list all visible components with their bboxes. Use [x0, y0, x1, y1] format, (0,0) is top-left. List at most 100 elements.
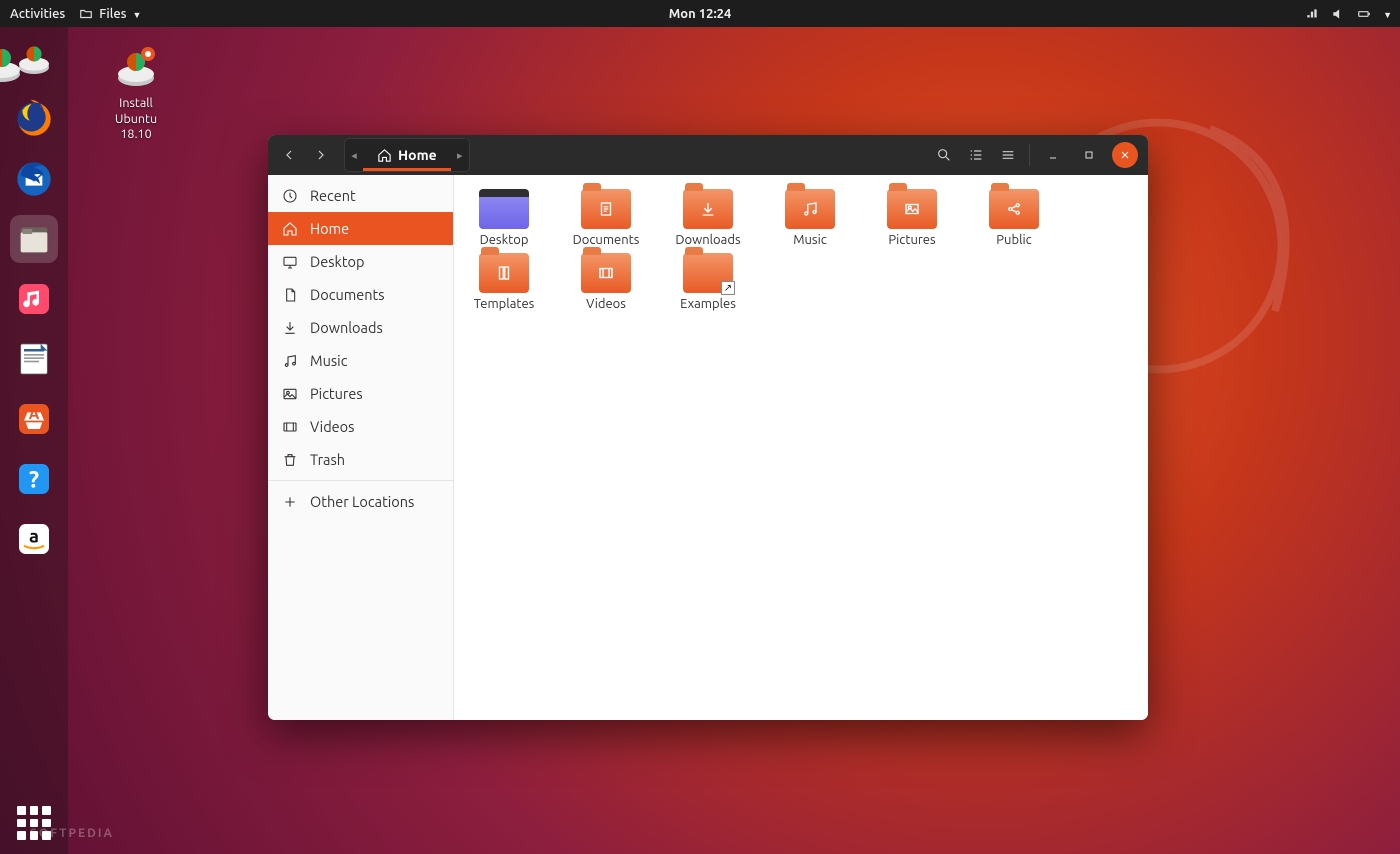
sidebar-item-label: Recent [310, 187, 356, 204]
sidebar-item-label: Videos [310, 418, 354, 435]
sidebar-item-downloads[interactable]: Downloads [268, 311, 453, 344]
folder-label: Pictures [888, 233, 935, 247]
titlebar[interactable]: ◂ Home ▸ [268, 135, 1148, 175]
folder-icon [581, 189, 631, 229]
clock[interactable]: Mon 12:24 [669, 7, 732, 21]
folder-downloads[interactable]: Downloads [668, 189, 748, 247]
sidebar: Recent Home Desktop Documents Downloads … [268, 175, 454, 720]
maximize-button[interactable] [1076, 142, 1102, 168]
home-icon [377, 148, 392, 163]
sidebar-item-label: Desktop [310, 253, 364, 270]
folder-public[interactable]: Public [974, 189, 1054, 247]
sidebar-item-desktop[interactable]: Desktop [268, 245, 453, 278]
dock-libreoffice-writer[interactable] [10, 335, 58, 383]
folder-icon [785, 189, 835, 229]
nav-forward-button[interactable] [306, 140, 336, 170]
folder-documents[interactable]: Documents [566, 189, 646, 247]
svg-text:A: A [29, 405, 40, 422]
document-icon [282, 287, 298, 303]
dock-thunderbird[interactable] [10, 155, 58, 203]
sidebar-item-label: Pictures [310, 385, 363, 402]
folder-icon [683, 189, 733, 229]
download-icon [282, 320, 298, 336]
network-icon[interactable] [1305, 7, 1319, 21]
dock-help[interactable]: ? [10, 455, 58, 503]
desktop-icon-label: Install Ubuntu 18.10 [96, 96, 176, 143]
dock: A ? a [0, 27, 68, 854]
trash-icon [282, 452, 298, 468]
path-next-icon[interactable]: ▸ [451, 149, 469, 162]
hamburger-menu-button[interactable] [993, 140, 1023, 170]
music-icon [282, 353, 298, 369]
app-menu[interactable]: Files ▼ [79, 7, 141, 21]
sidebar-item-recent[interactable]: Recent [268, 179, 453, 212]
folder-desktop[interactable]: Desktop [464, 189, 544, 247]
sidebar-item-label: Trash [310, 451, 345, 468]
picture-icon [282, 386, 298, 402]
path-segment-label: Home [398, 147, 437, 163]
watermark: SOFTPEDIA [30, 827, 114, 840]
app-menu-label: Files [99, 7, 126, 21]
sidebar-item-label: Downloads [310, 319, 383, 336]
folder-label: Music [793, 233, 827, 247]
dock-software[interactable]: A [10, 395, 58, 443]
video-icon [282, 419, 298, 435]
folder-label: Templates [474, 297, 535, 311]
sidebar-divider [268, 480, 453, 481]
sidebar-item-pictures[interactable]: Pictures [268, 377, 453, 410]
sidebar-item-trash[interactable]: Trash [268, 443, 453, 476]
folder-icon [887, 189, 937, 229]
files-window: ◂ Home ▸ Recent Home [268, 135, 1148, 720]
folder-label: Desktop [480, 233, 529, 247]
search-button[interactable] [929, 140, 959, 170]
path-segment-home[interactable]: Home [363, 139, 451, 171]
folder-icon [479, 253, 529, 293]
folder-examples[interactable]: ↗ Examples [668, 253, 748, 311]
activities-button[interactable]: Activities [10, 7, 65, 21]
folder-icon [479, 189, 529, 229]
system-menu-chevron-icon[interactable]: ▼ [1383, 10, 1392, 20]
minimize-button[interactable] [1040, 142, 1066, 168]
folder-icon [581, 253, 631, 293]
desktop-icon [282, 254, 298, 270]
svg-text:?: ? [29, 466, 39, 492]
sidebar-item-label: Music [310, 352, 347, 369]
dock-files[interactable] [10, 215, 58, 263]
volume-icon[interactable] [1331, 7, 1345, 21]
desktop-icon-disks-live[interactable] [0, 40, 42, 92]
folder-label: Downloads [675, 233, 740, 247]
folder-icon [989, 189, 1039, 229]
dock-amazon[interactable]: a [10, 515, 58, 563]
close-button[interactable] [1112, 142, 1138, 168]
sidebar-item-home[interactable]: Home [268, 212, 453, 245]
folder-view[interactable]: Desktop Documents Downloads Music Pictur… [454, 175, 1148, 720]
sidebar-item-label: Other Locations [310, 493, 414, 510]
dock-firefox[interactable] [10, 95, 58, 143]
folder-music[interactable]: Music [770, 189, 850, 247]
battery-icon[interactable] [1357, 7, 1371, 21]
sidebar-item-other-locations[interactable]: Other Locations [268, 485, 453, 518]
dock-music[interactable] [10, 275, 58, 323]
svg-text:a: a [29, 526, 39, 546]
chevron-down-icon: ▼ [133, 10, 142, 20]
separator [1029, 144, 1030, 166]
top-bar: Activities Files ▼ Mon 12:24 ▼ [0, 0, 1400, 27]
view-list-button[interactable] [961, 140, 991, 170]
folder-templates[interactable]: Templates [464, 253, 544, 311]
clock-icon [282, 188, 298, 204]
sidebar-item-music[interactable]: Music [268, 344, 453, 377]
path-bar: ◂ Home ▸ [344, 138, 470, 172]
folder-icon: ↗ [683, 253, 733, 293]
folder-label: Documents [573, 233, 640, 247]
plus-icon [282, 494, 298, 510]
path-prev-icon[interactable]: ◂ [345, 149, 363, 162]
folder-videos[interactable]: Videos [566, 253, 646, 311]
sidebar-item-label: Home [310, 220, 349, 237]
nav-back-button[interactable] [274, 140, 304, 170]
desktop-icon-install-ubuntu[interactable]: Install Ubuntu 18.10 [96, 44, 176, 143]
folder-icon [79, 7, 93, 21]
folder-label: Examples [680, 297, 736, 311]
sidebar-item-videos[interactable]: Videos [268, 410, 453, 443]
folder-pictures[interactable]: Pictures [872, 189, 952, 247]
sidebar-item-documents[interactable]: Documents [268, 278, 453, 311]
